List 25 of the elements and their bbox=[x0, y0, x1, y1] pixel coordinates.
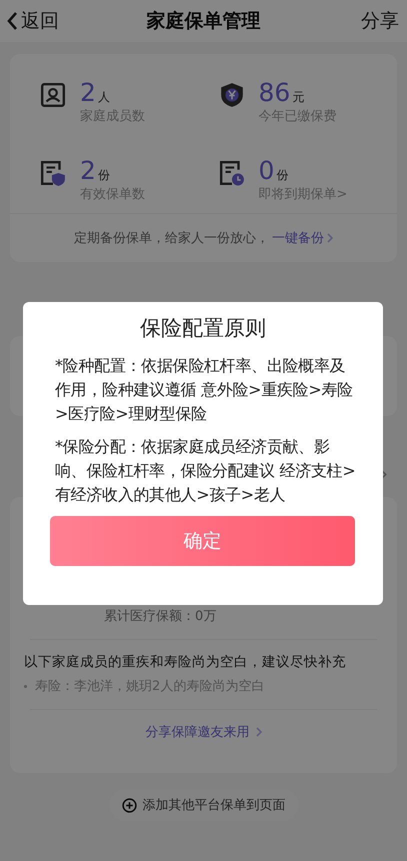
confirm-button[interactable]: 确定 bbox=[50, 516, 355, 566]
dialog-paragraph: *保险分配：依据家庭成员经济贡献、影响、保险杠杆率，保险分配建议 经济支柱>有经济收入的其他人>孩子>老人 bbox=[55, 436, 356, 506]
stat-value: 0 份 bbox=[258, 158, 290, 182]
stat-value: 2 份 bbox=[80, 158, 111, 182]
backup-link[interactable]: 一键备份 bbox=[272, 229, 324, 247]
back-icon bbox=[6, 11, 18, 31]
medical-total: 累计医疗保额：0万 bbox=[103, 608, 218, 625]
plus-circle-icon bbox=[122, 798, 136, 812]
stat-value: 86 元 bbox=[258, 80, 306, 105]
document-shield-icon bbox=[40, 160, 66, 186]
share-link[interactable]: 分享保障邀友来用 bbox=[146, 723, 250, 741]
shield-yen-icon bbox=[218, 82, 244, 108]
warning-text: 以下家庭成员的重疾和寿险尚为空白，建议尽快补充 bbox=[24, 653, 347, 671]
chevron-icon bbox=[327, 233, 333, 243]
dialog-paragraph: *险种配置：依据保险杠杆率、出险概率及作用，险种建议遵循 意外险>重疾险>寿险>医疗险>理财型保险 bbox=[55, 355, 354, 425]
back-button[interactable]: 返回 bbox=[6, 8, 59, 34]
stat-value: 2 人 bbox=[80, 80, 111, 105]
page-title: 家庭保单管理 bbox=[146, 9, 260, 34]
person-icon bbox=[40, 82, 66, 108]
dialog-title: 保险配置原则 bbox=[139, 315, 267, 342]
backup-hint: 定期备份保单，给家人一份放心， bbox=[74, 230, 269, 247]
document-clock-icon bbox=[218, 160, 244, 186]
bullet-icon bbox=[24, 684, 27, 688]
chevron-icon bbox=[256, 727, 262, 737]
share-button[interactable]: 分享 bbox=[361, 8, 399, 34]
